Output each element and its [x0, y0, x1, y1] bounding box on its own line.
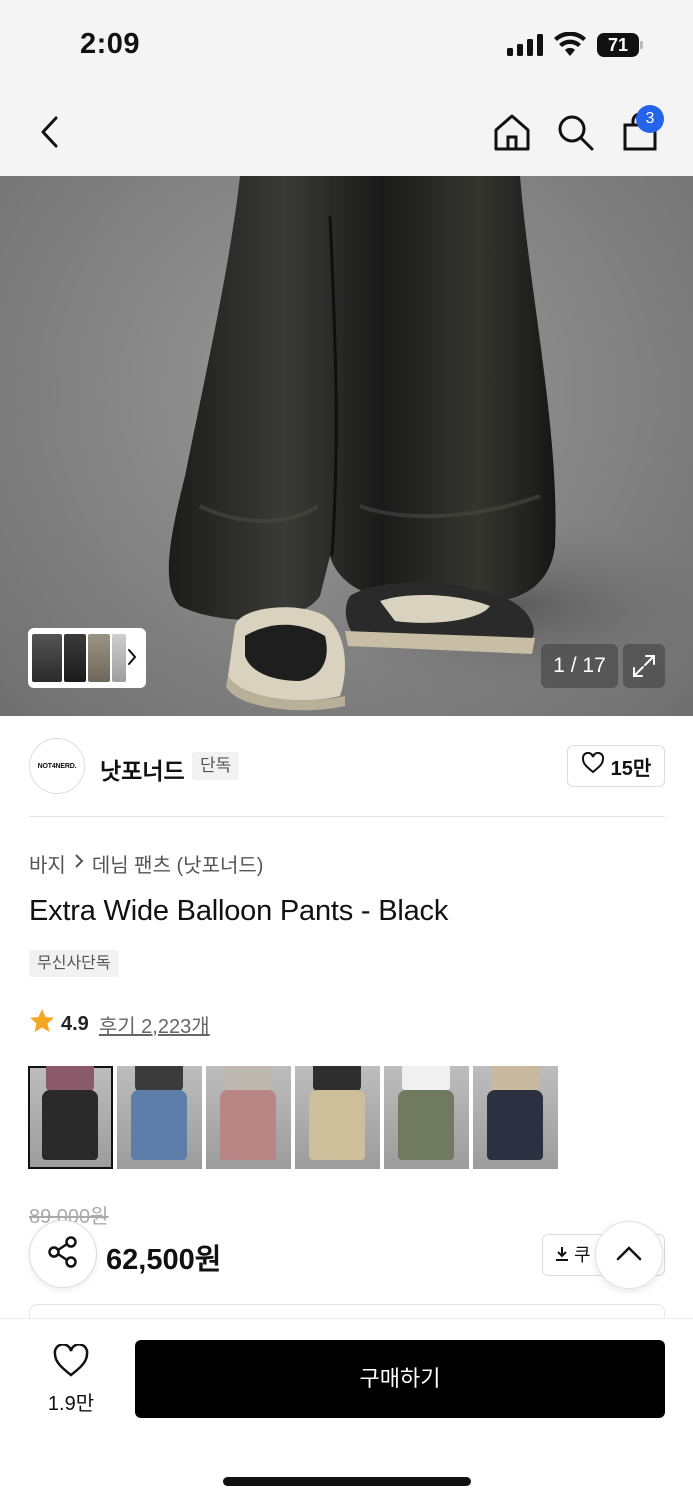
swatch-pants [309, 1090, 365, 1160]
color-swatch-pink[interactable] [206, 1066, 291, 1169]
rating-score: 4.9 [61, 1012, 89, 1035]
signal-icon [507, 34, 543, 56]
swatch-pants [487, 1090, 543, 1160]
color-swatch-khaki[interactable] [384, 1066, 469, 1169]
chevron-right-icon [126, 646, 138, 673]
heart-icon [581, 751, 605, 780]
rating: 4.9 후기 2,223개 [29, 1008, 210, 1040]
store-exclusive-badge: 무신사단독 [29, 950, 119, 977]
breadcrumb-subcategory[interactable]: 데님 팬츠 (낫포너드) [92, 849, 264, 878]
breadcrumb-category[interactable]: 바지 [29, 849, 66, 878]
color-swatch-blue[interactable] [117, 1066, 202, 1169]
brand-like-button[interactable]: 15만 [567, 745, 665, 787]
swatch-pants [220, 1090, 276, 1160]
swatch-pants [398, 1090, 454, 1160]
image-counter: 1 / 17 [541, 644, 618, 688]
sale-price: 62,500원 [106, 1244, 222, 1276]
swatch-top [402, 1066, 450, 1092]
wishlist-button[interactable]: 1.9만 [40, 1343, 102, 1416]
back-icon[interactable] [28, 110, 72, 154]
swatch-top [224, 1066, 272, 1092]
status-time: 2:09 [80, 28, 141, 60]
chevron-up-icon [615, 1244, 643, 1267]
expand-icon[interactable] [623, 644, 665, 688]
star-icon [29, 1008, 55, 1040]
share-button[interactable] [29, 1220, 97, 1288]
coupon-label: 쿠 [574, 1245, 591, 1265]
wifi-icon [554, 31, 586, 58]
brand-logo[interactable]: NOT4NERD. [29, 738, 85, 794]
buy-button[interactable]: 구매하기 [135, 1340, 665, 1418]
color-options [28, 1066, 558, 1169]
nav-bar [0, 90, 693, 176]
brand-name[interactable]: 낫포너드 [100, 752, 185, 786]
scroll-top-button[interactable] [595, 1221, 663, 1289]
swatch-pants [131, 1090, 187, 1160]
download-icon [555, 1236, 569, 1276]
home-indicator [223, 1477, 471, 1486]
review-count-link[interactable]: 후기 2,223개 [99, 1010, 210, 1039]
share-icon [46, 1235, 80, 1274]
battery-level: 71 [597, 33, 639, 57]
search-icon[interactable] [553, 110, 597, 154]
gallery-thumbnails[interactable] [28, 628, 146, 688]
breadcrumb: 바지 데님 팬츠 (낫포너드) [29, 849, 263, 878]
status-bar: 2:09 71 [0, 0, 693, 90]
swatch-top [313, 1066, 361, 1092]
swatch-top [46, 1066, 94, 1092]
cart-count-badge: 3 [636, 105, 664, 133]
chevron-right-icon [74, 852, 84, 875]
home-icon[interactable] [490, 110, 534, 154]
divider [29, 816, 665, 817]
wishlist-count: 1.9만 [47, 1393, 95, 1415]
swatch-top [135, 1066, 183, 1092]
product-title: Extra Wide Balloon Pants - Black [29, 895, 449, 927]
brand-like-count: 15만 [610, 757, 652, 780]
color-swatch-navy[interactable] [473, 1066, 558, 1169]
color-swatch-beige[interactable] [295, 1066, 380, 1169]
swatch-pants [42, 1090, 98, 1160]
swatch-top [491, 1066, 539, 1092]
battery-icon: 71 [597, 33, 643, 57]
heart-icon [52, 1343, 90, 1383]
exclusive-badge: 단독 [192, 752, 240, 780]
color-swatch-black[interactable] [28, 1066, 113, 1169]
